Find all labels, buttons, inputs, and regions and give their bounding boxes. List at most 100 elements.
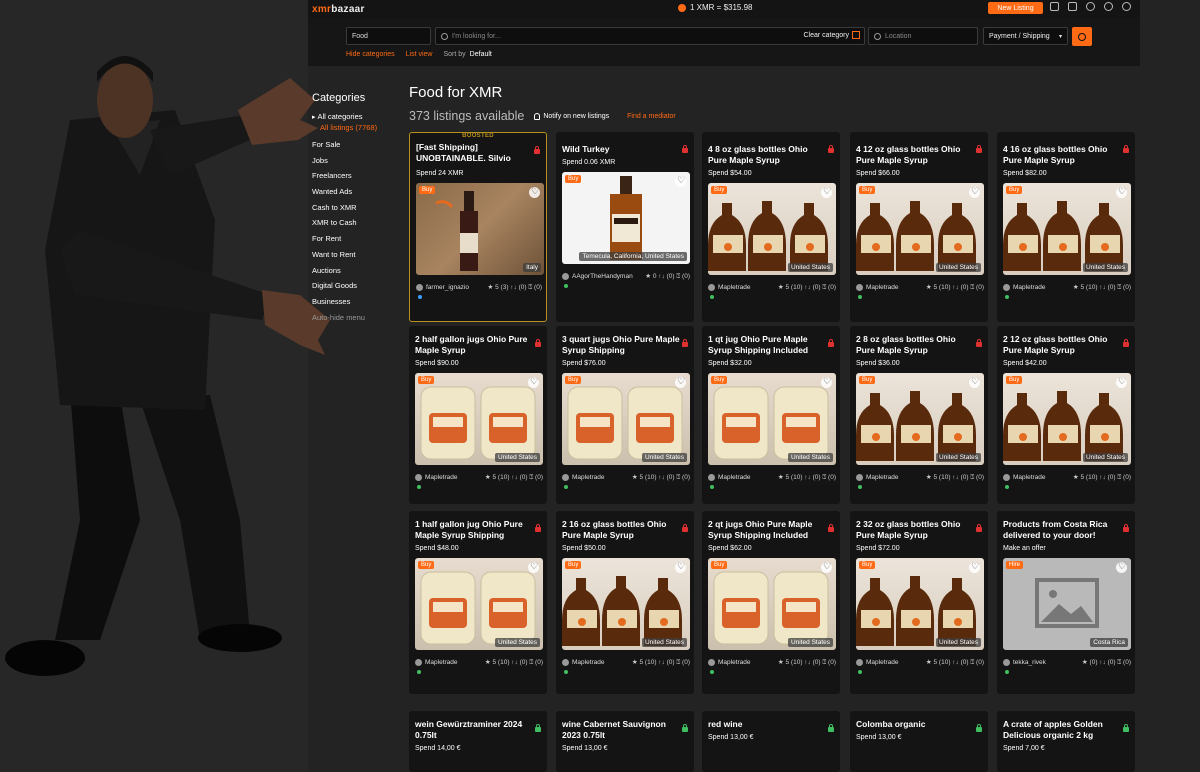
listing-image[interactable]: Hire Costa Rica bbox=[1003, 558, 1131, 650]
list-view-link[interactable]: List view bbox=[406, 51, 433, 58]
seller-name[interactable]: Mapletrade bbox=[425, 474, 485, 481]
listing-card[interactable]: 4 16 oz glass bottles Ohio Pure Maple Sy… bbox=[997, 132, 1135, 322]
seller-name[interactable]: Mapletrade bbox=[1013, 284, 1073, 291]
listing-title[interactable]: Wild Turkey bbox=[562, 144, 680, 155]
heart-icon[interactable] bbox=[969, 561, 980, 573]
heart-icon[interactable] bbox=[969, 186, 980, 198]
listing-image[interactable]: Buy United States bbox=[856, 183, 984, 275]
listing-card[interactable]: BOOSTED [Fast Shipping] UNOBTAINABLE. Sil… bbox=[409, 132, 547, 322]
listing-card[interactable]: 4 12 oz glass bottles Ohio Pure Maple Sy… bbox=[850, 132, 988, 322]
seller-name[interactable]: Mapletrade bbox=[718, 284, 778, 291]
sidebar-item-want-to-rent[interactable]: Want to Rent bbox=[312, 250, 402, 266]
seller-name[interactable]: Mapletrade bbox=[866, 474, 926, 481]
heart-icon[interactable] bbox=[528, 561, 539, 573]
listing-title[interactable]: A crate of apples Golden Delicious organ… bbox=[1003, 719, 1121, 741]
listing-card[interactable]: 2 32 oz glass bottles Ohio Pure Maple Sy… bbox=[850, 511, 988, 694]
listing-title[interactable]: 2 16 oz glass bottles Ohio Pure Maple Sy… bbox=[562, 519, 680, 541]
heart-icon[interactable] bbox=[529, 186, 540, 198]
heart-icon[interactable] bbox=[821, 561, 832, 573]
sidebar-item-for-rent[interactable]: For Rent bbox=[312, 234, 402, 250]
heart-icon[interactable] bbox=[675, 376, 686, 388]
chat-icon[interactable] bbox=[1068, 2, 1077, 11]
category-input[interactable]: Food bbox=[346, 27, 431, 45]
listing-image[interactable]: Buy United States bbox=[562, 373, 690, 465]
listing-title[interactable]: [Fast Shipping] UNOBTAINABLE. Silvio bbox=[416, 142, 534, 164]
location-input[interactable]: Location bbox=[868, 27, 978, 45]
sidebar-item-all-listings[interactable]: All listings (7768) bbox=[320, 123, 402, 132]
new-listing-button[interactable]: New Listing bbox=[988, 2, 1043, 14]
listing-title[interactable]: 1 half gallon jug Ohio Pure Maple Syrup … bbox=[415, 519, 533, 541]
seller-name[interactable]: farmer_ignazio bbox=[426, 284, 487, 291]
seller-name[interactable]: tekka_rivek bbox=[1013, 659, 1082, 666]
hide-categories-link[interactable]: Hide categories bbox=[346, 51, 395, 58]
sidebar-item-digital-goods[interactable]: Digital Goods bbox=[312, 281, 402, 297]
listing-card[interactable]: 2 qt jugs Ohio Pure Maple Syrup Shipping… bbox=[702, 511, 840, 694]
listing-image[interactable]: Buy United States bbox=[856, 558, 984, 650]
listing-card[interactable]: 2 half gallon jugs Ohio Pure Maple Syrup… bbox=[409, 326, 547, 504]
listing-image[interactable]: Buy United States bbox=[1003, 373, 1131, 465]
listing-card[interactable]: 2 12 oz glass bottles Ohio Pure Maple Sy… bbox=[997, 326, 1135, 504]
listing-title[interactable]: Products from Costa Rica delivered to yo… bbox=[1003, 519, 1121, 541]
listing-card[interactable]: Products from Costa Rica delivered to yo… bbox=[997, 511, 1135, 694]
listing-card[interactable]: 4 8 oz glass bottles Ohio Pure Maple Syr… bbox=[702, 132, 840, 322]
listing-title[interactable]: 2 12 oz glass bottles Ohio Pure Maple Sy… bbox=[1003, 334, 1121, 356]
seller-name[interactable]: AAgorTheHandyman bbox=[572, 273, 645, 280]
listing-image[interactable]: Buy United States bbox=[856, 373, 984, 465]
payment-shipping-select[interactable]: Payment / Shipping ▾ bbox=[983, 27, 1068, 45]
sidebar-item-all-categories[interactable]: All categories bbox=[312, 112, 402, 121]
sidebar-item-for-sale[interactable]: For Sale bbox=[312, 140, 402, 156]
seller-name[interactable]: Mapletrade bbox=[572, 659, 632, 666]
listing-card[interactable]: wine Cabernet Sauvignon 2023 0.75lt Spend… bbox=[556, 711, 694, 772]
heart-icon[interactable] bbox=[528, 376, 539, 388]
heart-icon[interactable] bbox=[1116, 376, 1127, 388]
seller-name[interactable]: Mapletrade bbox=[718, 659, 778, 666]
listing-title[interactable]: 2 8 oz glass bottles Ohio Pure Maple Syr… bbox=[856, 334, 974, 356]
listing-card[interactable]: 2 8 oz glass bottles Ohio Pure Maple Syr… bbox=[850, 326, 988, 504]
listing-image[interactable]: Buy Temecula, California, United States bbox=[562, 172, 690, 264]
listing-card[interactable]: A crate of apples Golden Delicious organ… bbox=[997, 711, 1135, 772]
globe-icon[interactable] bbox=[1122, 2, 1131, 11]
heart-icon[interactable] bbox=[821, 376, 832, 388]
seller-name[interactable]: Mapletrade bbox=[572, 474, 632, 481]
heart-icon[interactable] bbox=[675, 175, 686, 187]
sidebar-item-wanted-ads[interactable]: Wanted Ads bbox=[312, 187, 402, 203]
listing-card[interactable]: 2 16 oz glass bottles Ohio Pure Maple Sy… bbox=[556, 511, 694, 694]
listing-image[interactable]: Buy United States bbox=[562, 558, 690, 650]
listing-image[interactable]: Buy United States bbox=[708, 183, 836, 275]
avatar[interactable] bbox=[1104, 2, 1113, 11]
listing-title[interactable]: 2 32 oz glass bottles Ohio Pure Maple Sy… bbox=[856, 519, 974, 541]
listing-title[interactable]: wein Gewürztraminer 2024 0.75lt bbox=[415, 719, 533, 741]
listing-card[interactable]: 3 quart jugs Ohio Pure Maple Syrup Shipp… bbox=[556, 326, 694, 504]
auto-hide-menu-toggle[interactable]: Auto-hide menu bbox=[312, 313, 402, 329]
listing-card[interactable]: red wine Spend 13,00 € bbox=[702, 711, 840, 772]
listing-title[interactable]: 3 quart jugs Ohio Pure Maple Syrup Shipp… bbox=[562, 334, 680, 356]
seller-name[interactable]: Mapletrade bbox=[425, 659, 485, 666]
seller-name[interactable]: Mapletrade bbox=[718, 474, 778, 481]
bell-icon[interactable] bbox=[1050, 2, 1059, 11]
listing-title[interactable]: 4 16 oz glass bottles Ohio Pure Maple Sy… bbox=[1003, 144, 1121, 166]
listing-title[interactable]: 2 half gallon jugs Ohio Pure Maple Syrup bbox=[415, 334, 533, 356]
notify-button[interactable]: Notify on new listings bbox=[534, 112, 609, 120]
find-mediator-link[interactable]: Find a mediator bbox=[627, 113, 676, 120]
listing-card[interactable]: Wild Turkey Spend 0.06 XMR Buy Temecula, … bbox=[556, 132, 694, 322]
listing-image[interactable]: Buy United States bbox=[1003, 183, 1131, 275]
sidebar-item-freelancers[interactable]: Freelancers bbox=[312, 171, 402, 187]
listing-image[interactable]: Buy United States bbox=[708, 373, 836, 465]
site-logo[interactable]: xmrbazaar bbox=[312, 4, 365, 15]
listing-card[interactable]: wein Gewürztraminer 2024 0.75lt Spend 14,… bbox=[409, 711, 547, 772]
sidebar-item-auctions[interactable]: Auctions bbox=[312, 266, 402, 282]
listing-title[interactable]: red wine bbox=[708, 719, 826, 730]
listing-title[interactable]: 4 12 oz glass bottles Ohio Pure Maple Sy… bbox=[856, 144, 974, 166]
heart-icon[interactable] bbox=[821, 186, 832, 198]
seller-name[interactable]: Mapletrade bbox=[1013, 474, 1073, 481]
sidebar-item-businesses[interactable]: Businesses bbox=[312, 297, 402, 313]
heart-icon[interactable] bbox=[675, 561, 686, 573]
sidebar-item-cash-to-xmr[interactable]: Cash to XMR bbox=[312, 203, 402, 219]
listing-title[interactable]: 4 8 oz glass bottles Ohio Pure Maple Syr… bbox=[708, 144, 826, 166]
listing-image[interactable]: Buy United States bbox=[415, 558, 543, 650]
heart-icon[interactable] bbox=[1116, 186, 1127, 198]
heart-icon[interactable] bbox=[1116, 561, 1127, 573]
listing-image[interactable]: Buy United States bbox=[415, 373, 543, 465]
sidebar-item-jobs[interactable]: Jobs bbox=[312, 156, 402, 172]
sort-select[interactable]: Default bbox=[470, 51, 492, 58]
